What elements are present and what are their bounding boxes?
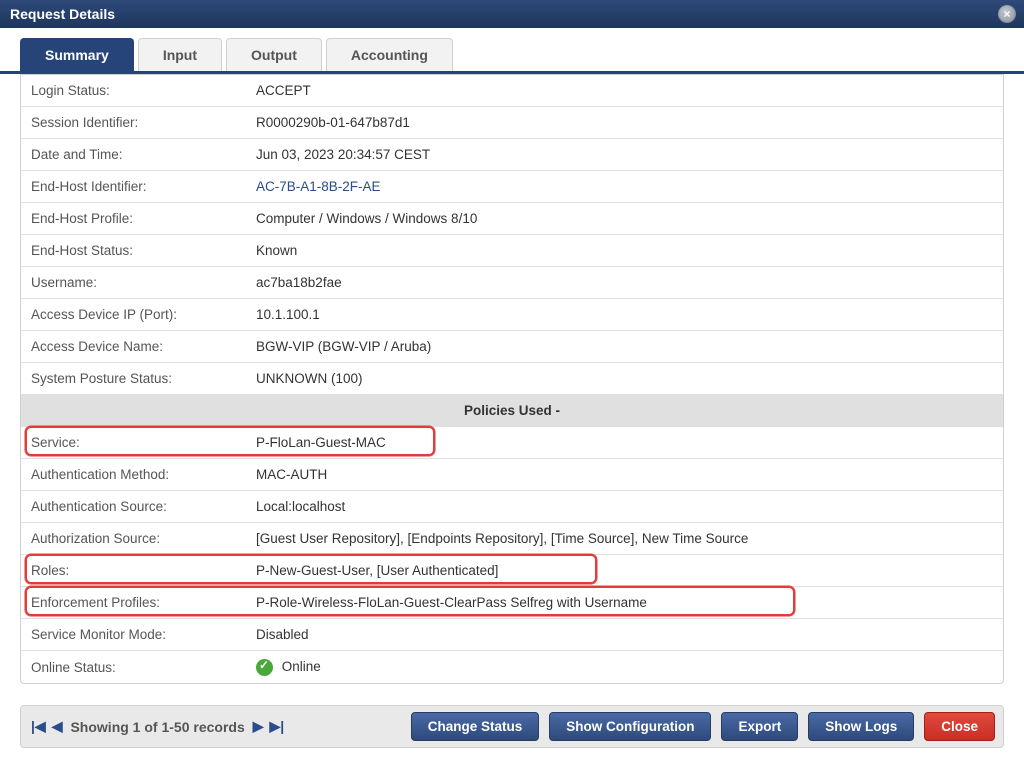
- label: Enforcement Profiles:: [21, 589, 246, 616]
- show-configuration-button[interactable]: Show Configuration: [549, 712, 711, 741]
- row-login-status: Login Status: ACCEPT: [21, 75, 1003, 107]
- label: Roles:: [21, 557, 246, 584]
- label: End-Host Profile:: [21, 205, 246, 232]
- value: R0000290b-01-647b87d1: [246, 109, 1003, 136]
- show-logs-button[interactable]: Show Logs: [808, 712, 914, 741]
- value: BGW-VIP (BGW-VIP / Aruba): [246, 333, 1003, 360]
- row-session-id: Session Identifier: R0000290b-01-647b87d…: [21, 107, 1003, 139]
- label: Username:: [21, 269, 246, 296]
- summary-grid: Login Status: ACCEPT Session Identifier:…: [20, 74, 1004, 684]
- tab-bar: Summary Input Output Accounting: [0, 28, 1024, 74]
- value: 10.1.100.1: [246, 301, 1003, 328]
- tab-output[interactable]: Output: [226, 38, 322, 71]
- value: P-Role-Wireless-FloLan-Guest-ClearPass S…: [246, 589, 1003, 616]
- footer-bar: |◀ ◀ Showing 1 of 1-50 records ▶ ▶| Chan…: [20, 705, 1004, 748]
- value: UNKNOWN (100): [246, 365, 1003, 392]
- value: Computer / Windows / Windows 8/10: [246, 205, 1003, 232]
- value: [Guest User Repository], [Endpoints Repo…: [246, 525, 1003, 552]
- first-page-icon[interactable]: |◀: [29, 718, 48, 735]
- online-check-icon: [256, 659, 273, 676]
- label: Online Status:: [21, 654, 246, 681]
- label: Session Identifier:: [21, 109, 246, 136]
- request-details-window: Request Details × Summary Input Output A…: [0, 0, 1024, 760]
- row-svc-monitor: Service Monitor Mode: Disabled: [21, 619, 1003, 651]
- value: ACCEPT: [246, 77, 1003, 104]
- tab-accounting[interactable]: Accounting: [326, 38, 453, 71]
- label: Service Monitor Mode:: [21, 621, 246, 648]
- value: Jun 03, 2023 20:34:57 CEST: [246, 141, 1003, 168]
- label: System Posture Status:: [21, 365, 246, 392]
- label: Service:: [21, 429, 246, 456]
- close-button[interactable]: Close: [924, 712, 995, 741]
- label: Access Device IP (Port):: [21, 301, 246, 328]
- row-username: Username: ac7ba18b2fae: [21, 267, 1003, 299]
- close-icon[interactable]: ×: [998, 5, 1016, 23]
- online-text: Online: [282, 659, 321, 674]
- value: Disabled: [246, 621, 1003, 648]
- label: Authentication Source:: [21, 493, 246, 520]
- value-link[interactable]: AC-7B-A1-8B-2F-AE: [246, 173, 1003, 200]
- next-page-icon[interactable]: ▶: [251, 718, 266, 735]
- row-end-host-profile: End-Host Profile: Computer / Windows / W…: [21, 203, 1003, 235]
- value: ac7ba18b2fae: [246, 269, 1003, 296]
- value: Known: [246, 237, 1003, 264]
- row-posture: System Posture Status: UNKNOWN (100): [21, 363, 1003, 395]
- policies-header-text: Policies Used -: [21, 403, 1003, 418]
- prev-page-icon[interactable]: ◀: [50, 718, 65, 735]
- policies-header: Policies Used -: [21, 395, 1003, 427]
- row-date-time: Date and Time: Jun 03, 2023 20:34:57 CES…: [21, 139, 1003, 171]
- value: Local:localhost: [246, 493, 1003, 520]
- pager: |◀ ◀ Showing 1 of 1-50 records ▶ ▶|: [29, 718, 286, 735]
- pager-text: Showing 1 of 1-50 records: [70, 719, 244, 735]
- value: P-FloLan-Guest-MAC: [246, 429, 1003, 456]
- content-area: Login Status: ACCEPT Session Identifier:…: [0, 74, 1024, 684]
- label: Login Status:: [21, 77, 246, 104]
- row-auth-method: Authentication Method: MAC-AUTH: [21, 459, 1003, 491]
- value: Online: [246, 653, 1003, 682]
- row-end-host-status: End-Host Status: Known: [21, 235, 1003, 267]
- row-access-ip: Access Device IP (Port): 10.1.100.1: [21, 299, 1003, 331]
- label: Authentication Method:: [21, 461, 246, 488]
- row-auth-source: Authentication Source: Local:localhost: [21, 491, 1003, 523]
- row-authz-source: Authorization Source: [Guest User Reposi…: [21, 523, 1003, 555]
- label: Authorization Source:: [21, 525, 246, 552]
- label: End-Host Status:: [21, 237, 246, 264]
- title-bar: Request Details ×: [0, 0, 1024, 28]
- export-button[interactable]: Export: [721, 712, 798, 741]
- last-page-icon[interactable]: ▶|: [268, 718, 287, 735]
- row-enforcement-profiles: Enforcement Profiles: P-Role-Wireless-Fl…: [21, 587, 1003, 619]
- value: P-New-Guest-User, [User Authenticated]: [246, 557, 1003, 584]
- row-online-status: Online Status: Online: [21, 651, 1003, 683]
- tab-summary[interactable]: Summary: [20, 38, 134, 71]
- row-end-host-id: End-Host Identifier: AC-7B-A1-8B-2F-AE: [21, 171, 1003, 203]
- label: Access Device Name:: [21, 333, 246, 360]
- row-service: Service: P-FloLan-Guest-MAC: [21, 427, 1003, 459]
- label: End-Host Identifier:: [21, 173, 246, 200]
- row-roles: Roles: P-New-Guest-User, [User Authentic…: [21, 555, 1003, 587]
- window-title: Request Details: [10, 6, 115, 22]
- value: MAC-AUTH: [246, 461, 1003, 488]
- change-status-button[interactable]: Change Status: [411, 712, 540, 741]
- row-access-name: Access Device Name: BGW-VIP (BGW-VIP / A…: [21, 331, 1003, 363]
- tab-input[interactable]: Input: [138, 38, 222, 71]
- label: Date and Time:: [21, 141, 246, 168]
